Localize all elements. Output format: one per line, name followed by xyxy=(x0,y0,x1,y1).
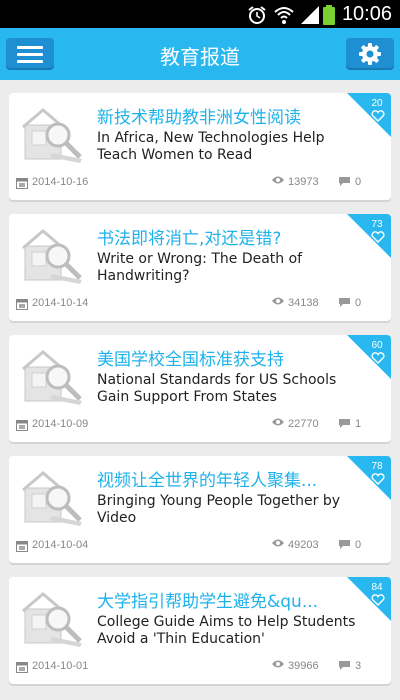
view-count: 13973 xyxy=(288,176,319,188)
heart-icon[interactable] xyxy=(371,594,385,606)
status-bar: 10:06 xyxy=(0,0,400,28)
calendar-icon xyxy=(16,541,28,552)
view-count: 39966 xyxy=(288,660,319,672)
article-title-en: In Africa, New Technologies Help Teach W… xyxy=(97,130,325,163)
likes-count: 20 xyxy=(371,98,383,109)
heart-icon[interactable] xyxy=(371,110,385,122)
view-count: 34138 xyxy=(288,297,319,309)
comment-icon xyxy=(339,540,350,549)
comment-icon xyxy=(339,177,350,186)
heart-icon[interactable] xyxy=(371,231,385,243)
article-title-cn: 书法即将消亡,对还是错? xyxy=(97,229,282,249)
eye-icon xyxy=(272,418,284,426)
eye-icon xyxy=(272,539,284,547)
article-date: 2014-10-01 xyxy=(32,660,89,672)
calendar-icon xyxy=(16,420,28,431)
comment-icon xyxy=(339,419,350,428)
article-card[interactable]: 新技术帮助教非洲女性阅读 In Africa, New Technologies… xyxy=(9,93,391,200)
page-title: 教育报道 xyxy=(160,45,240,69)
article-date: 2014-10-04 xyxy=(32,539,89,551)
article-title-en: National Standards for US Schools Gain S… xyxy=(97,372,337,405)
article-meta: 2014-10-16 13973 0 xyxy=(9,173,391,200)
likes-count: 73 xyxy=(371,219,383,230)
article-meta: 2014-10-09 22770 1 xyxy=(9,415,391,442)
status-time: 10:06 xyxy=(341,3,392,25)
comment-count: 3 xyxy=(355,660,362,672)
article-thumbnail-icon xyxy=(22,471,82,526)
article-title-cn: 视频让全世界的年轻人聚集... xyxy=(97,471,318,491)
article-card[interactable]: 视频让全世界的年轻人聚集... Bringing Young People To… xyxy=(9,456,391,563)
article-title-cn: 美国学校全国标准获支持 xyxy=(97,350,284,370)
signal-icon xyxy=(301,6,319,24)
calendar-icon xyxy=(16,299,28,310)
article-thumbnail-icon xyxy=(22,108,82,163)
comment-icon xyxy=(339,661,350,670)
article-title-en: Bringing Young People Together by Video xyxy=(97,493,341,526)
article-meta: 2014-10-14 34138 0 xyxy=(9,294,391,321)
article-title-cn: 新技术帮助教非洲女性阅读 xyxy=(97,108,301,128)
likes-count: 84 xyxy=(371,582,383,593)
comment-icon xyxy=(339,298,350,307)
gear-icon xyxy=(359,43,381,65)
eye-icon xyxy=(272,297,284,305)
comment-count: 0 xyxy=(355,539,362,551)
article-thumbnail-icon xyxy=(22,592,82,647)
eye-icon xyxy=(272,176,284,184)
article-card[interactable]: 大学指引帮助学生避免&qu... College Guide Aims to H… xyxy=(9,577,391,684)
wifi-icon xyxy=(274,7,294,24)
article-date: 2014-10-09 xyxy=(32,418,89,430)
article-title-cn: 大学指引帮助学生避免&qu... xyxy=(97,592,319,612)
comment-count: 1 xyxy=(355,418,362,430)
alarm-icon xyxy=(248,6,266,24)
article-title-en: College Guide Aims to Help Students Avoi… xyxy=(97,614,356,647)
heart-icon[interactable] xyxy=(371,352,385,364)
eye-icon xyxy=(272,660,284,668)
app-bar: 教育报道 xyxy=(0,28,400,80)
article-meta: 2014-10-04 49203 0 xyxy=(9,536,391,563)
settings-button[interactable] xyxy=(346,38,394,70)
heart-icon[interactable] xyxy=(371,473,385,485)
battery-icon xyxy=(323,5,335,25)
likes-count: 60 xyxy=(371,340,383,351)
comment-count: 0 xyxy=(355,297,362,309)
article-card[interactable]: 美国学校全国标准获支持 National Standards for US Sc… xyxy=(9,335,391,442)
article-meta: 2014-10-01 39966 3 xyxy=(9,657,391,684)
comment-count: 0 xyxy=(355,176,362,188)
article-date: 2014-10-14 xyxy=(32,297,89,309)
calendar-icon xyxy=(16,662,28,673)
article-title-en: Write or Wrong: The Death of Handwriting… xyxy=(97,251,303,284)
article-date: 2014-10-16 xyxy=(32,176,89,188)
article-card[interactable]: 书法即将消亡,对还是错? Write or Wrong: The Death o… xyxy=(9,214,391,321)
calendar-icon xyxy=(16,178,28,189)
article-thumbnail-icon xyxy=(22,229,82,284)
article-thumbnail-icon xyxy=(22,350,82,405)
view-count: 49203 xyxy=(288,539,319,551)
view-count: 22770 xyxy=(288,418,319,430)
likes-count: 78 xyxy=(371,461,383,472)
